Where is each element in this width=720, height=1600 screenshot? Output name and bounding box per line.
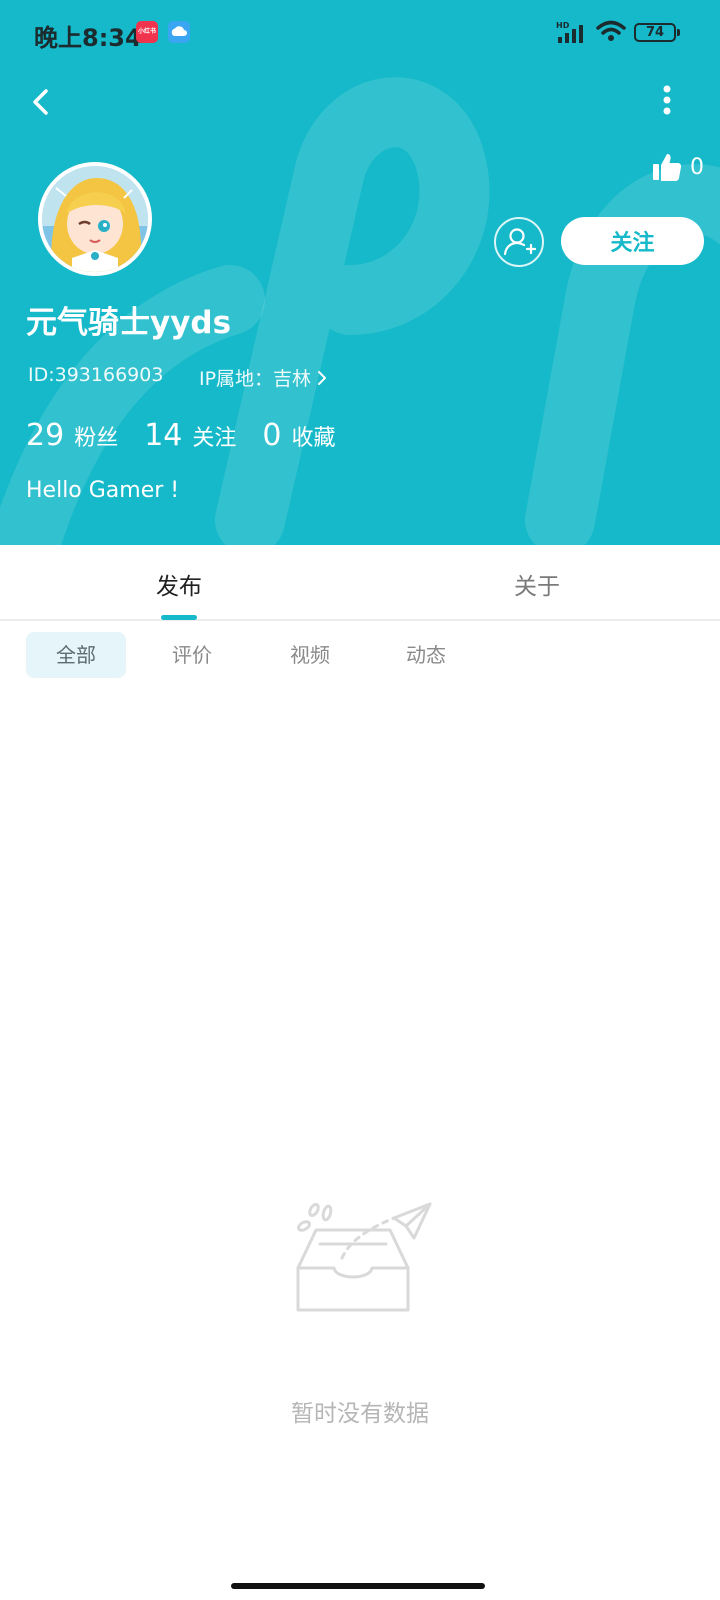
user-bio: Hello Gamer ! — [26, 478, 180, 503]
filter-posts[interactable]: 动态 — [404, 632, 448, 678]
more-options-button[interactable] — [652, 82, 682, 122]
empty-state-message: 暂时没有数据 — [291, 1401, 429, 1427]
status-bar: 晚上8:34 小红书 HD 74 — [0, 0, 720, 64]
user-plus-icon — [503, 228, 537, 256]
active-tab-indicator — [161, 615, 197, 620]
status-time: 晚上8:34 — [34, 24, 142, 52]
filter-videos[interactable]: 视频 — [288, 632, 332, 678]
stat-label: 收藏 — [291, 426, 336, 451]
profile-tabs: 发布 关于 — [0, 545, 720, 621]
profile-header: 晚上8:34 小红书 HD 74 0 关注 元气骑士yyds ID:393166… — [0, 0, 720, 545]
content-filter-bar: 全部 评价 视频 动态 — [0, 632, 720, 678]
chevron-right-icon — [318, 370, 327, 385]
stat-value: 0 — [262, 418, 282, 453]
stat-label: 粉丝 — [74, 426, 119, 451]
ip-location[interactable]: IP属地：吉林 — [199, 364, 327, 391]
stat-value: 29 — [26, 418, 65, 453]
stat-following[interactable]: 14 关注 — [144, 418, 236, 453]
more-vertical-icon — [663, 85, 671, 115]
user-id: ID:393166903 — [28, 364, 164, 386]
home-indicator[interactable] — [231, 1583, 485, 1589]
add-friend-button[interactable] — [494, 217, 544, 267]
wifi-icon — [596, 20, 626, 41]
empty-inbox-icon — [296, 1202, 432, 1312]
like-count: 0 — [690, 154, 704, 180]
cloud-notification-icon — [168, 21, 190, 43]
like-counter[interactable]: 0 — [652, 150, 704, 184]
stat-label: 关注 — [192, 426, 237, 451]
filter-reviews[interactable]: 评价 — [170, 632, 214, 678]
avatar-image — [42, 166, 148, 272]
app-notification-icon: 小红书 — [136, 21, 158, 43]
stat-fans[interactable]: 29 粉丝 — [26, 418, 118, 453]
battery-icon: 74 — [634, 23, 676, 42]
filter-all[interactable]: 全部 — [26, 632, 126, 678]
battery-tip — [677, 29, 680, 36]
tab-about[interactable]: 关于 — [514, 567, 560, 601]
tab-publish[interactable]: 发布 — [156, 567, 202, 601]
signal-icon — [558, 25, 583, 43]
chevron-left-icon — [33, 89, 48, 115]
back-button[interactable] — [22, 82, 62, 122]
ip-location-label: IP属地：吉林 — [199, 368, 312, 390]
stat-favorites[interactable]: 0 收藏 — [262, 418, 335, 453]
follow-button[interactable]: 关注 — [561, 217, 704, 265]
avatar[interactable] — [38, 162, 152, 276]
stat-value: 14 — [144, 418, 183, 453]
thumbs-up-icon — [653, 154, 682, 181]
profile-stats: 29 粉丝 14 关注 0 收藏 — [26, 418, 362, 453]
username: 元气骑士yyds — [26, 305, 232, 341]
